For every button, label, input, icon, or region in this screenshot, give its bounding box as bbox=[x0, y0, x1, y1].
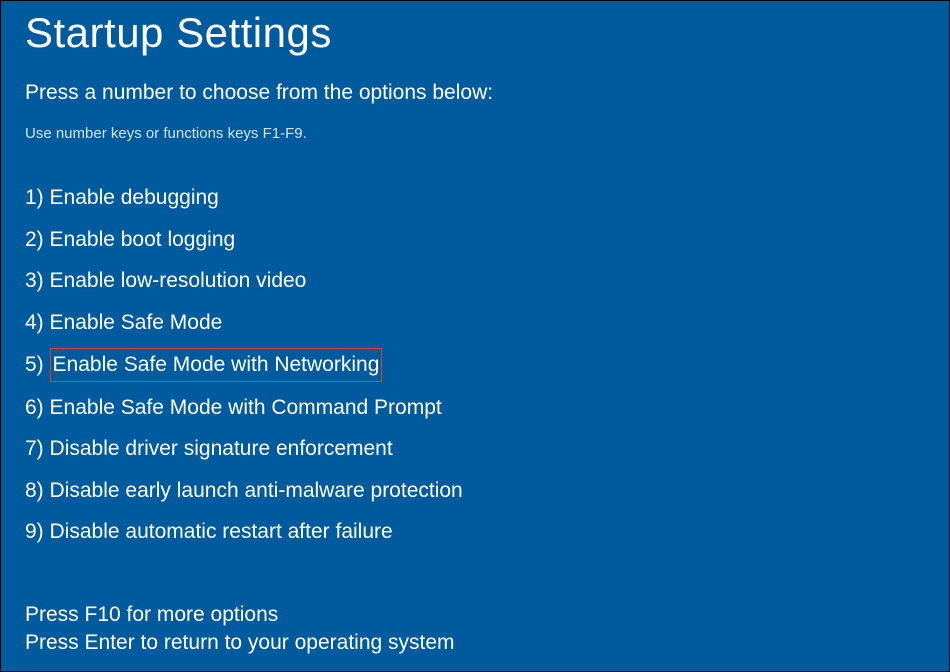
option-label: Enable boot logging bbox=[50, 228, 236, 251]
enter-return: Press Enter to return to your operating … bbox=[25, 631, 925, 655]
key-hint: Use number keys or functions keys F1-F9. bbox=[25, 125, 925, 142]
option-5-enable-safe-mode-networking[interactable]: 5) Enable Safe Mode with Networking bbox=[25, 348, 382, 382]
page-title: Startup Settings bbox=[25, 9, 925, 57]
option-7-disable-driver-signature-enforcement[interactable]: 7) Disable driver signature enforcement bbox=[25, 433, 925, 465]
footer-instructions: Press F10 for more options Press Enter t… bbox=[25, 603, 925, 655]
option-label: Enable Safe Mode with Command Prompt bbox=[50, 396, 442, 419]
option-4-enable-safe-mode[interactable]: 4) Enable Safe Mode bbox=[25, 307, 925, 339]
option-3-enable-low-resolution-video[interactable]: 3) Enable low-resolution video bbox=[25, 265, 925, 297]
option-number: 3) bbox=[25, 269, 44, 292]
option-number: 6) bbox=[25, 396, 44, 419]
option-label: Enable low-resolution video bbox=[50, 269, 307, 292]
option-number: 8) bbox=[25, 479, 44, 502]
option-label: Enable Safe Mode bbox=[50, 311, 223, 334]
option-label: Disable early launch anti-malware protec… bbox=[50, 479, 463, 502]
startup-options-list: 1) Enable debugging 2) Enable boot loggi… bbox=[25, 182, 925, 548]
option-label: Enable debugging bbox=[50, 186, 219, 209]
option-number: 1) bbox=[25, 186, 44, 209]
option-1-enable-debugging[interactable]: 1) Enable debugging bbox=[25, 182, 925, 214]
option-label: Disable driver signature enforcement bbox=[50, 437, 393, 460]
option-number: 9) bbox=[25, 520, 44, 543]
instruction-subtitle: Press a number to choose from the option… bbox=[25, 81, 925, 105]
f10-more-options: Press F10 for more options bbox=[25, 603, 925, 627]
option-8-disable-early-launch-anti-malware[interactable]: 8) Disable early launch anti-malware pro… bbox=[25, 475, 925, 507]
option-number: 2) bbox=[25, 228, 44, 251]
option-2-enable-boot-logging[interactable]: 2) Enable boot logging bbox=[25, 224, 925, 256]
option-9-disable-automatic-restart[interactable]: 9) Disable automatic restart after failu… bbox=[25, 516, 925, 548]
option-number: 5) bbox=[25, 353, 44, 376]
option-number: 4) bbox=[25, 311, 44, 334]
option-label-highlighted: Enable Safe Mode with Networking bbox=[50, 348, 383, 382]
option-label: Disable automatic restart after failure bbox=[50, 520, 393, 543]
option-6-enable-safe-mode-command-prompt[interactable]: 6) Enable Safe Mode with Command Prompt bbox=[25, 392, 925, 424]
startup-settings-screen: Startup Settings Press a number to choos… bbox=[1, 1, 949, 671]
option-number: 7) bbox=[25, 437, 44, 460]
